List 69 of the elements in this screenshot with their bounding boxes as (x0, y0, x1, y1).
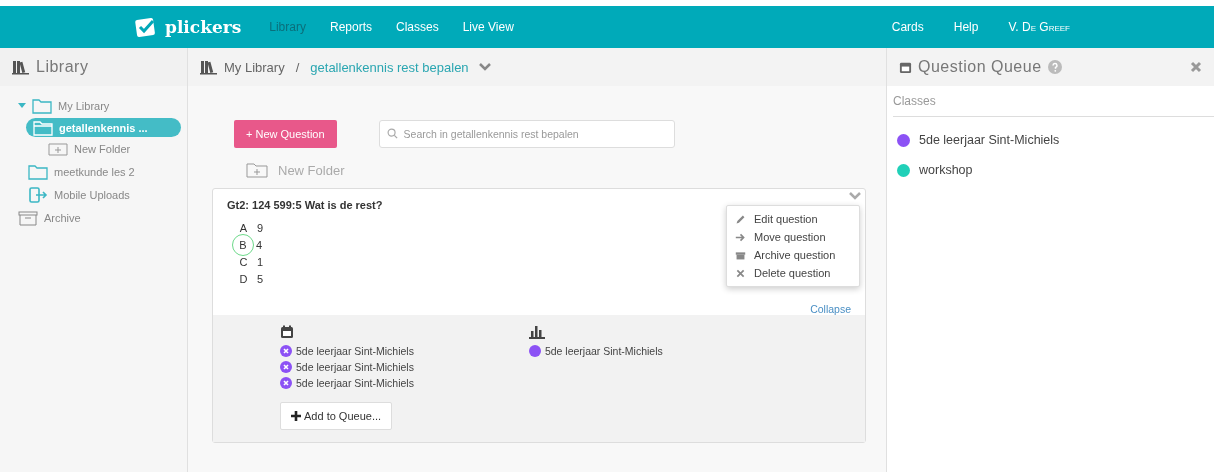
new-folder-button[interactable]: New Folder (246, 162, 866, 178)
chevron-down-icon[interactable] (478, 63, 491, 71)
tree-item[interactable]: getallenkennis ... (26, 118, 181, 137)
remove-icon[interactable] (280, 377, 292, 389)
answer-letter: A (238, 220, 249, 236)
nav-link[interactable]: Cards (891, 20, 924, 34)
new-folder-icon (48, 141, 68, 157)
nav-tab[interactable]: Classes (396, 20, 439, 34)
folder-icon (33, 119, 53, 136)
collapse-link[interactable]: Collapse (810, 303, 851, 315)
pencil-icon (735, 213, 746, 225)
add-to-queue-button[interactable]: Add to Queue... (280, 402, 393, 430)
arrow-right-icon (735, 231, 746, 243)
sidebar-title: Library (36, 58, 89, 76)
new-folder-icon (246, 162, 268, 178)
answer-letter: C (238, 254, 249, 270)
menu-item[interactable]: Move question (727, 228, 859, 246)
menu-item[interactable]: Archive question (727, 246, 859, 264)
calendar-icon (899, 60, 912, 74)
mobile-upload-icon (28, 187, 48, 203)
search-field[interactable]: Search in getallenkennis rest bepalen (378, 120, 675, 148)
nav-link[interactable]: Help (953, 20, 979, 34)
class-name: 5de leerjaar Sint-Michiels (296, 361, 414, 373)
answer-text: 9 (257, 221, 264, 234)
help-icon[interactable] (1047, 60, 1062, 74)
class-name: 5de leerjaar Sint-Michiels (296, 377, 414, 389)
tree-item[interactable]: New Folder (30, 138, 187, 160)
tree-item[interactable]: My Library (0, 95, 187, 117)
folder-icon (32, 98, 52, 114)
breadcrumb-link[interactable]: My Library (224, 59, 285, 75)
search-icon (386, 128, 398, 139)
books-icon (12, 59, 30, 75)
answer-letter: D (238, 271, 249, 287)
nav-tab[interactable]: Reports (329, 20, 372, 34)
remove-icon[interactable] (280, 345, 292, 357)
answer-text: 1 (257, 255, 264, 268)
chevron-down-icon[interactable] (849, 192, 861, 200)
tree-item[interactable]: Archive (0, 207, 187, 229)
close-icon[interactable] (1190, 61, 1202, 73)
answer-text: 5 (257, 272, 264, 285)
menu-item[interactable]: Delete question (727, 264, 859, 282)
tree-item[interactable]: meetkunde les 2 (10, 161, 187, 183)
expanded-arrow-icon[interactable] (18, 102, 26, 110)
menu-item[interactable]: Edit question (727, 210, 859, 228)
class-item[interactable]: 5de leerjaar Sint-Michiels (897, 125, 1204, 155)
section-label: Classes (893, 94, 1214, 117)
nav-tab[interactable]: Library (269, 20, 306, 34)
close-icon (735, 267, 746, 279)
archive-box-icon (735, 249, 746, 261)
archive-box-icon (18, 210, 38, 226)
folder-icon (28, 164, 48, 180)
panel-title: Question Queue (918, 58, 1042, 76)
plus-icon (291, 411, 301, 421)
logo-text[interactable]: plickers (165, 17, 242, 37)
new-question-button[interactable]: + New Question (234, 120, 337, 148)
breadcrumb-separator: / (295, 59, 300, 75)
breadcrumb-current[interactable]: getallenkennis rest bepalen (310, 59, 469, 75)
class-item[interactable]: workshop (897, 155, 1204, 185)
remove-icon[interactable] (280, 361, 292, 373)
bar-chart-icon (528, 325, 545, 339)
books-icon (200, 59, 218, 75)
class-name: 5de leerjaar Sint-Michiels (296, 345, 414, 357)
class-name: 5de leerjaar Sint-Michiels (544, 345, 663, 357)
nav-tab[interactable]: Live View (462, 20, 514, 34)
answer-text: 4 (256, 238, 263, 251)
tree-item[interactable]: Mobile Uploads (10, 184, 187, 206)
question-title: Gt2: 124 599:5 Wat is de rest? (227, 199, 384, 211)
calendar-icon (280, 325, 294, 339)
user-menu[interactable]: V. De Greef (1008, 20, 1070, 34)
